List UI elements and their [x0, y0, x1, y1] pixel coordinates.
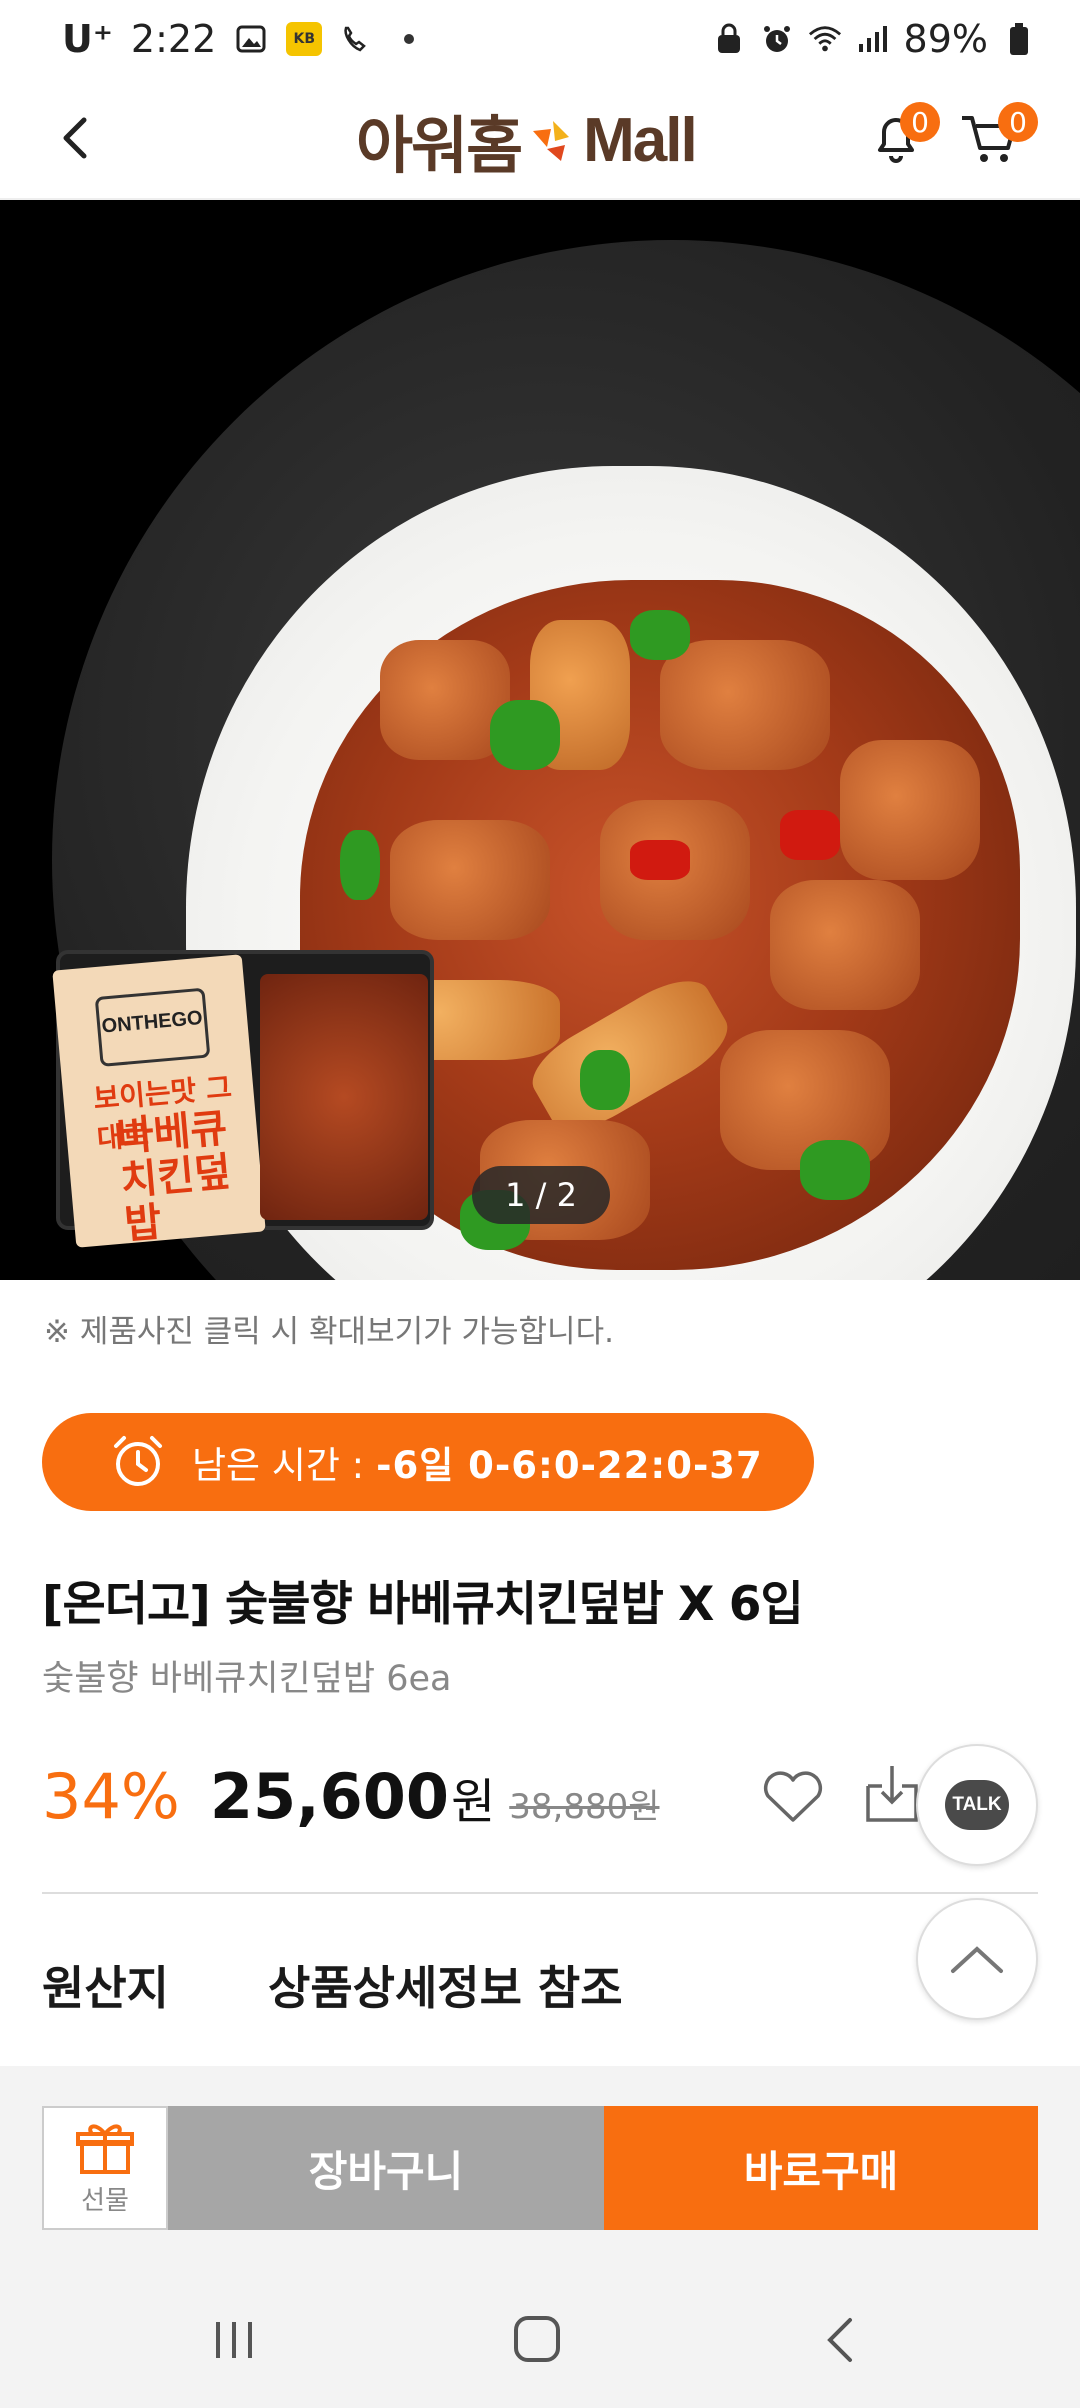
cart-button[interactable]: 0 [958, 102, 1038, 170]
countdown-timer: 남은 시간 : -6일 0-6:0-22:0-37 [42, 1413, 814, 1511]
mall-logo[interactable]: 아워홈 Mall [356, 100, 698, 183]
wifi-icon [808, 22, 842, 56]
zoom-notice: ※ 제품사진 클릭 시 확대보기가 가능합니다. [44, 1314, 614, 1350]
timer-value: -6일 0-6:0-22:0-37 [376, 1444, 763, 1487]
package-label: ONTHEGO 보이는맛 그대로 바베큐 치킨덮밥 [52, 954, 266, 1248]
purchase-action-bar: 선물 장바구니 바로구매 [0, 2066, 1080, 2272]
currency-unit: 원 [451, 1774, 496, 1830]
chevron-up-icon [951, 1946, 1003, 1973]
notification-button[interactable]: 0 [866, 102, 940, 170]
gift-label: 선물 [81, 2185, 129, 2216]
discount-rate: 34% [42, 1760, 180, 1833]
gallery-icon [234, 22, 268, 56]
logo-mall: Mall [583, 105, 698, 175]
recent-apps-button[interactable] [206, 2316, 262, 2364]
kakao-icon: KB [286, 22, 323, 56]
package-food [260, 974, 428, 1220]
status-bar: U⁺ 2:22 KB 89% [0, 0, 1080, 78]
price-row: 34% 25,600 원 38,880원 [42, 1760, 660, 1840]
recent-apps-icon [216, 2322, 252, 2358]
image-pager: 1 / 2 [472, 1166, 610, 1224]
scroll-top-button[interactable] [916, 1898, 1038, 2020]
battery-percent: 89% [903, 17, 988, 61]
share-button[interactable] [860, 1760, 924, 1826]
carrier-label: U⁺ [62, 17, 113, 61]
battery-icon [1002, 22, 1036, 56]
back-arrow-icon [827, 2318, 852, 2362]
gift-icon [76, 2124, 134, 2174]
share-icon [866, 1766, 918, 1822]
clock-time: 2:22 [130, 17, 217, 61]
logo-star-icon [533, 121, 570, 161]
talk-bubble-icon: TALK [945, 1780, 1009, 1830]
dot-icon [392, 22, 426, 56]
alarm-icon [760, 22, 794, 56]
sale-price: 25,600 [209, 1760, 450, 1833]
alarm-clock-icon [114, 1436, 162, 1486]
product-title: [온더고] 숯불향 바베큐치킨덮밥 X 6입 [42, 1577, 804, 1632]
product-subtitle: 숯불향 바베큐치킨덮밥 6ea [42, 1659, 452, 1699]
secure-icon [712, 22, 746, 56]
heart-icon [763, 1771, 823, 1822]
home-button[interactable] [508, 2310, 566, 2368]
home-icon [514, 2316, 560, 2362]
original-price: 38,880원 [509, 1787, 660, 1827]
package-thumbnail: ONTHEGO 보이는맛 그대로 바베큐 치킨덮밥 [52, 950, 434, 1248]
talk-chat-button[interactable]: TALK [916, 1744, 1038, 1866]
signal-icon [856, 22, 890, 56]
origin-value: 상품상세정보 참조 [268, 1961, 623, 2015]
buy-now-button[interactable]: 바로구매 [604, 2106, 1038, 2230]
app-header: 아워홈 Mall 0 0 [0, 78, 1080, 200]
origin-label: 원산지 [42, 1961, 169, 2015]
package-name: 바베큐 치킨덮밥 [115, 1105, 233, 1249]
gift-button[interactable]: 선물 [42, 2106, 168, 2230]
logo-korean: 아워홈 [356, 109, 523, 182]
whowho-icon [340, 22, 374, 56]
divider [42, 1892, 1038, 1894]
notification-badge: 0 [900, 102, 940, 142]
system-back-button[interactable] [820, 2312, 860, 2368]
system-nav-bar [0, 2272, 1080, 2408]
product-image[interactable]: ONTHEGO 보이는맛 그대로 바베큐 치킨덮밥 1 / 2 [0, 200, 1080, 1280]
package-brand: ONTHEGO [94, 987, 211, 1067]
wishlist-button[interactable] [760, 1766, 826, 1826]
back-button[interactable] [46, 108, 106, 168]
chevron-left-icon [63, 117, 87, 159]
cart-badge: 0 [998, 102, 1038, 142]
add-to-cart-button[interactable]: 장바구니 [168, 2106, 604, 2230]
timer-label: 남은 시간 : [192, 1444, 365, 1487]
